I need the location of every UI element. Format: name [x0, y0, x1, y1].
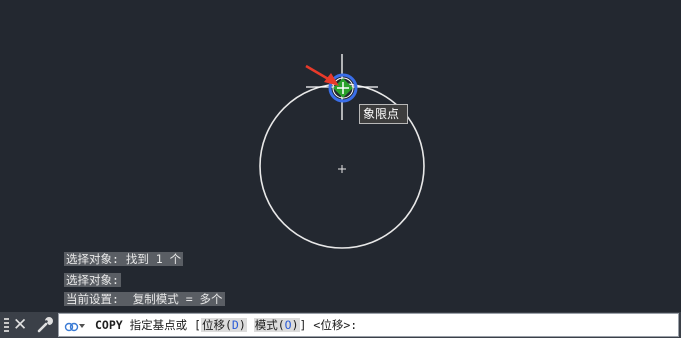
history-line: 当前设置: 复制模式 = 多个	[64, 292, 225, 306]
option-key: O	[284, 318, 292, 332]
history-line: 选择对象: 找到 1 个	[64, 252, 184, 266]
command-prompt: COPY 指定基点或 [位移(D) 模式(O)] <位移>:	[95, 314, 357, 336]
command-name: COPY	[95, 318, 123, 332]
prompt-text: 指定基点或 [	[122, 318, 201, 332]
command-line-tools: ✕	[0, 312, 58, 338]
option-mode[interactable]: 模式(O)	[253, 318, 300, 332]
osnap-tooltip-label: 象限点	[363, 107, 400, 121]
command-input[interactable]: COPY 指定基点或 [位移(D) 模式(O)] <位移>:	[58, 313, 679, 337]
command-line-bar: ✕ COPY 指定基点或 [位移(D) 模式(O)] <位移>:	[0, 312, 681, 338]
command-history-icon[interactable]	[63, 317, 85, 335]
prompt-end: ] <位移>:	[299, 318, 358, 332]
option-label-close: )	[291, 318, 299, 332]
option-label: 位移(	[201, 318, 232, 332]
history-line: 选择对象:	[64, 273, 121, 287]
close-icon[interactable]: ✕	[13, 314, 27, 336]
grip-icon[interactable]	[4, 318, 9, 332]
option-displacement[interactable]: 位移(D)	[200, 318, 247, 332]
option-label-close: )	[238, 318, 246, 332]
osnap-tooltip: 象限点	[359, 104, 408, 124]
drawing-canvas[interactable]	[0, 0, 681, 338]
wrench-icon[interactable]	[36, 316, 54, 334]
option-key: D	[231, 318, 239, 332]
option-label: 模式(	[254, 318, 285, 332]
